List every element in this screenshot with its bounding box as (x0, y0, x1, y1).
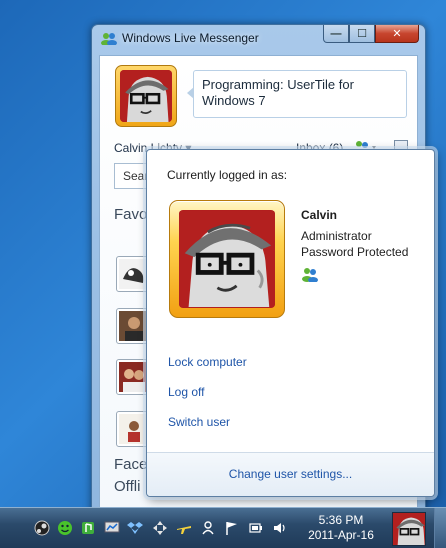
popup-user-role: Administrator (301, 229, 372, 243)
dropbox-icon[interactable] (127, 520, 143, 536)
contacts-icon (302, 268, 318, 282)
network-monitor-icon[interactable] (104, 520, 120, 536)
user-tile-popup: Currently logged in as: Calvin Administr… (146, 149, 435, 497)
contact-picture (119, 414, 149, 444)
media-icon[interactable] (80, 520, 96, 536)
steam-icon[interactable] (34, 520, 50, 536)
popup-footer: Change user settings... (147, 452, 434, 496)
maximize-button[interactable]: ☐ (349, 25, 375, 43)
clock-time: 5:36 PM (318, 513, 364, 527)
taskbar-user-tile[interactable] (392, 512, 426, 546)
messenger-user-tile[interactable] (115, 65, 177, 127)
facebook-group-heading[interactable]: Face (114, 456, 147, 473)
caption-buttons: — ☐ ✕ (323, 25, 419, 43)
avatar (179, 210, 275, 308)
clock-date: 2011-Apr-16 (308, 528, 374, 542)
user-tile-large[interactable] (169, 200, 285, 318)
messenger-icon (101, 33, 117, 45)
system-clock[interactable]: 5:36 PM 2011-Apr-16 (303, 513, 379, 543)
smiley-icon[interactable] (57, 520, 73, 536)
close-button[interactable]: ✕ (375, 25, 419, 43)
avatar-image (179, 211, 275, 307)
volume-icon[interactable] (272, 520, 288, 536)
minimize-button[interactable]: — (323, 25, 349, 43)
show-desktop-button[interactable] (434, 508, 446, 548)
favorites-heading[interactable]: Favo (114, 206, 147, 223)
popup-password-status: Password Protected (301, 245, 409, 259)
switch-user-link[interactable]: Switch user (168, 415, 230, 429)
popup-heading: Currently logged in as: (167, 168, 288, 182)
title-bar[interactable]: Windows Live Messenger — ☐ ✕ (92, 25, 425, 51)
contact-picture (119, 311, 149, 341)
window-title: Windows Live Messenger (122, 31, 259, 45)
battery-icon[interactable] (248, 520, 264, 536)
lock-computer-link[interactable]: Lock computer (168, 355, 247, 369)
user-icon[interactable] (200, 520, 216, 536)
contact-picture (119, 259, 149, 289)
arrows-icon[interactable] (152, 520, 168, 536)
change-user-settings-link[interactable]: Change user settings... (147, 467, 434, 481)
taskbar: 5:36 PM 2011-Apr-16 (0, 507, 446, 548)
contact-picture (119, 362, 149, 392)
avatar-image (393, 513, 425, 545)
plane-icon[interactable] (176, 520, 192, 536)
offline-group-heading[interactable]: Offli (114, 478, 140, 495)
avatar-image (120, 70, 172, 122)
flag-icon[interactable] (224, 520, 240, 536)
status-message[interactable]: Programming: UserTile for Windows 7 (187, 70, 407, 118)
avatar (120, 70, 172, 122)
popup-user-name: Calvin (301, 208, 338, 222)
log-off-link[interactable]: Log off (168, 385, 204, 399)
